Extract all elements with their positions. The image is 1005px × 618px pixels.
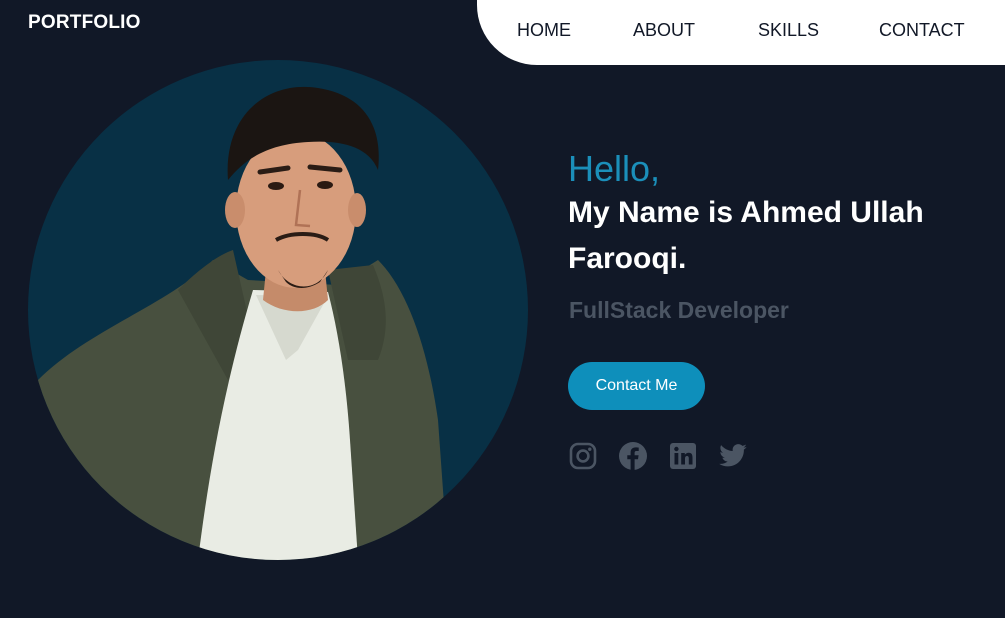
contact-me-button[interactable]: Contact Me bbox=[568, 362, 705, 410]
nav-about[interactable]: ABOUT bbox=[633, 20, 695, 41]
instagram-icon[interactable] bbox=[568, 441, 598, 471]
twitter-icon[interactable] bbox=[718, 441, 748, 471]
nav-skills[interactable]: SKILLS bbox=[758, 20, 819, 41]
hero-name: My Name is Ahmed Ullah Farooqi. bbox=[568, 196, 924, 275]
hero-greeting: Hello, bbox=[568, 148, 661, 189]
nav-home[interactable]: HOME bbox=[517, 20, 571, 41]
brand-logo[interactable]: PORTFOLIO bbox=[28, 12, 141, 34]
nav-contact[interactable]: CONTACT bbox=[879, 20, 965, 41]
linkedin-icon[interactable] bbox=[668, 441, 698, 471]
hero-role: FullStack Developer bbox=[569, 297, 789, 323]
profile-photo bbox=[28, 60, 528, 560]
facebook-icon[interactable] bbox=[618, 441, 648, 471]
top-nav: HOME ABOUT SKILLS CONTACT bbox=[477, 0, 1005, 65]
